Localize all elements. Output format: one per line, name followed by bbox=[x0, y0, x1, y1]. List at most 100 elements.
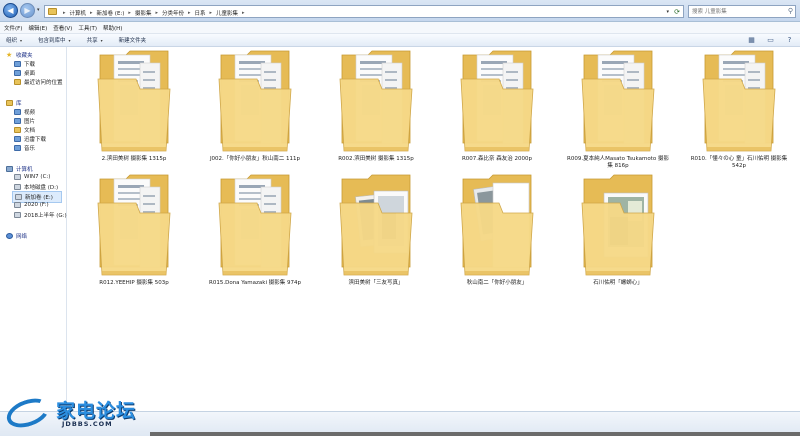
file-list: 2.滨田美树 摄影集 1315p J002.「你好小朋友」秋山南二 111p R… bbox=[68, 47, 800, 411]
organize-label: 组织 bbox=[6, 38, 18, 44]
folder-icon bbox=[701, 49, 777, 155]
folder-item[interactable]: R007.森比奈 森友治 2000p bbox=[445, 49, 565, 169]
library-icon bbox=[6, 100, 13, 106]
preview-pane-icon[interactable]: ▭ bbox=[766, 36, 775, 44]
new-folder-button[interactable]: 新建文件夹 bbox=[119, 36, 147, 44]
sidebar-item-drive-c[interactable]: WIN7 (C:) bbox=[14, 174, 50, 180]
folder-icon bbox=[338, 49, 414, 155]
include-in-library-button[interactable]: 包含到库中 ▾ bbox=[38, 36, 71, 45]
back-button[interactable]: ◀ bbox=[3, 3, 18, 18]
watermark-sub: JDBBS.COM bbox=[62, 420, 113, 428]
folder-item[interactable]: 滨田美树「三友写真」 bbox=[324, 173, 444, 293]
sidebar-item-documents[interactable]: 文档 bbox=[14, 126, 35, 134]
refresh-icon[interactable]: ⟳ bbox=[674, 8, 680, 16]
breadcrumb-by-year[interactable]: 分类年份 bbox=[160, 9, 186, 17]
breadcrumb-albums[interactable]: 摄影集 bbox=[133, 9, 154, 17]
search-box: ⚲ bbox=[688, 5, 796, 18]
address-history-chevron-icon[interactable]: ▾ bbox=[666, 9, 669, 15]
folder-item[interactable]: R002.滨田美树 摄影集 1315p bbox=[324, 49, 444, 169]
recent-pages-chevron-icon[interactable]: ▾ bbox=[37, 7, 40, 13]
folder-icon bbox=[459, 49, 535, 155]
forward-button[interactable]: ▶ bbox=[20, 3, 35, 18]
sidebar-item-thunder-downloads[interactable]: 迅雷下载 bbox=[14, 135, 46, 143]
music-icon bbox=[14, 145, 21, 151]
folder-icon bbox=[580, 49, 656, 155]
watermark-text: 家电论坛 bbox=[56, 400, 137, 422]
breadcrumb-japanese[interactable]: 日系 bbox=[193, 9, 208, 17]
menu-file[interactable]: 文件(F) bbox=[4, 24, 28, 32]
folder-label: R012.YEEHIP 摄影集 503p bbox=[99, 280, 169, 286]
folder-icon bbox=[459, 173, 535, 279]
chevron-down-icon: ▾ bbox=[20, 37, 23, 43]
search-input[interactable] bbox=[689, 6, 783, 17]
taskbar-strip bbox=[150, 432, 800, 436]
sidebar-item-pictures[interactable]: 图片 bbox=[14, 117, 35, 125]
folder-item[interactable]: J002.「你好小朋友」秋山南二 111p bbox=[203, 49, 323, 169]
sidebar-libraries[interactable]: 库 bbox=[6, 99, 22, 107]
desktop-icon bbox=[14, 70, 21, 76]
help-icon[interactable]: ? bbox=[785, 36, 794, 44]
menu-bar: 文件(F) 编辑(E) 查看(V) 工具(T) 帮助(H) bbox=[0, 22, 800, 34]
sidebar-item-recent-places[interactable]: 最近访问的位置 bbox=[14, 78, 63, 86]
sidebar-item-desktop[interactable]: 桌面 bbox=[14, 69, 35, 77]
menu-help[interactable]: 帮助(H) bbox=[103, 24, 128, 32]
sidebar-item-drive-g[interactable]: 2018上半年 (G:) bbox=[14, 211, 67, 219]
sidebar-favorites[interactable]: ★ 收藏夹 bbox=[6, 51, 33, 60]
breadcrumb: ▸ 计算机 ▸ 新加卷 (E:) ▸ 摄影集 ▸ 分类年份 ▸ 日系 ▸ 儿童影… bbox=[61, 9, 247, 17]
menu-edit[interactable]: 编辑(E) bbox=[28, 24, 53, 32]
folder-item[interactable]: 2.滨田美树 摄影集 1315p bbox=[82, 49, 202, 169]
folder-item[interactable]: 秋山南二「你好小朋友」 bbox=[445, 173, 565, 293]
folder-item[interactable]: R009.夏本純人Masato Tsukamoto 摄影集 816p bbox=[566, 49, 686, 169]
documents-icon bbox=[14, 127, 21, 133]
share-label: 共享 bbox=[86, 38, 98, 44]
drive-icon bbox=[14, 202, 21, 208]
video-icon bbox=[14, 109, 21, 115]
view-options-icon[interactable]: ▦ bbox=[747, 36, 756, 44]
folder-icon bbox=[217, 49, 293, 155]
new-folder-label: 新建文件夹 bbox=[118, 38, 147, 44]
include-in-library-label: 包含到库中 bbox=[38, 38, 66, 44]
folder-item[interactable]: R015.Dona Yamazaki 摄影集 974p bbox=[203, 173, 323, 293]
computer-icon bbox=[6, 166, 13, 172]
sidebar-item-videos[interactable]: 视频 bbox=[14, 108, 35, 116]
sidebar-network[interactable]: 网络 bbox=[6, 232, 27, 240]
folder-label: R002.滨田美树 摄影集 1315p bbox=[338, 156, 414, 162]
command-bar: 组织 ▾ 包含到库中 ▾ 共享 ▾ 新建文件夹 ▦ ▭ ? bbox=[0, 34, 800, 47]
address-box[interactable]: ▸ 计算机 ▸ 新加卷 (E:) ▸ 摄影集 ▸ 分类年份 ▸ 日系 ▸ 儿童影… bbox=[44, 5, 684, 18]
watermark-logo: 家电论坛 JDBBS.COM bbox=[2, 392, 146, 433]
network-icon bbox=[6, 233, 13, 239]
drive-icon bbox=[15, 194, 22, 200]
sidebar-item-downloads[interactable]: 下载 bbox=[14, 60, 35, 68]
folder-icon bbox=[48, 8, 57, 15]
sidebar-computer[interactable]: 计算机 bbox=[6, 165, 33, 173]
folder-label: 滨田美树「三友写真」 bbox=[348, 280, 404, 286]
folder-label: 石川佑明「螺蛳心」 bbox=[593, 280, 643, 286]
sidebar-item-music[interactable]: 音乐 bbox=[14, 144, 35, 152]
logo-swoosh-icon bbox=[2, 393, 54, 433]
drive-icon bbox=[14, 174, 21, 180]
sidebar-item-drive-d[interactable]: 本地磁盘 (D:) bbox=[14, 183, 58, 191]
chevron-right-icon[interactable]: ▸ bbox=[240, 10, 247, 16]
menu-view[interactable]: 查看(V) bbox=[53, 24, 78, 32]
folder-label: R009.夏本純人Masato Tsukamoto 摄影集 816p bbox=[567, 156, 669, 169]
downloads-icon bbox=[14, 61, 21, 67]
breadcrumb-children-albums[interactable]: 儿童影集 bbox=[214, 9, 240, 17]
search-icon[interactable]: ⚲ bbox=[788, 7, 793, 15]
pictures-icon bbox=[14, 118, 21, 124]
folder-label: 2.滨田美树 摄影集 1315p bbox=[101, 156, 167, 162]
sidebar-item-drive-f[interactable]: 2020 (F:) bbox=[14, 202, 49, 208]
breadcrumb-drive-e[interactable]: 新加卷 (E:) bbox=[95, 9, 127, 17]
folder-item[interactable]: R012.YEEHIP 摄影集 503p bbox=[82, 173, 202, 293]
organize-button[interactable]: 组织 ▾ bbox=[6, 36, 23, 45]
thunder-download-icon bbox=[14, 136, 21, 142]
menu-tools[interactable]: 工具(T) bbox=[78, 24, 103, 32]
folder-icon bbox=[338, 173, 414, 279]
address-bar: ◀ ▶ ▾ ▸ 计算机 ▸ 新加卷 (E:) ▸ 摄影集 ▸ 分类年份 ▸ 日系… bbox=[0, 0, 800, 22]
folder-label: R007.森比奈 森友治 2000p bbox=[461, 156, 533, 162]
folder-item[interactable]: 石川佑明「螺蛳心」 bbox=[566, 173, 686, 293]
folder-item[interactable]: R010.「懂々の心 童」石川佑明 摄影集 542p bbox=[687, 49, 800, 169]
chevron-down-icon: ▾ bbox=[100, 37, 103, 43]
share-button[interactable]: 共享 ▾ bbox=[86, 36, 103, 45]
folder-icon bbox=[217, 173, 293, 279]
breadcrumb-computer[interactable]: 计算机 bbox=[68, 9, 89, 17]
